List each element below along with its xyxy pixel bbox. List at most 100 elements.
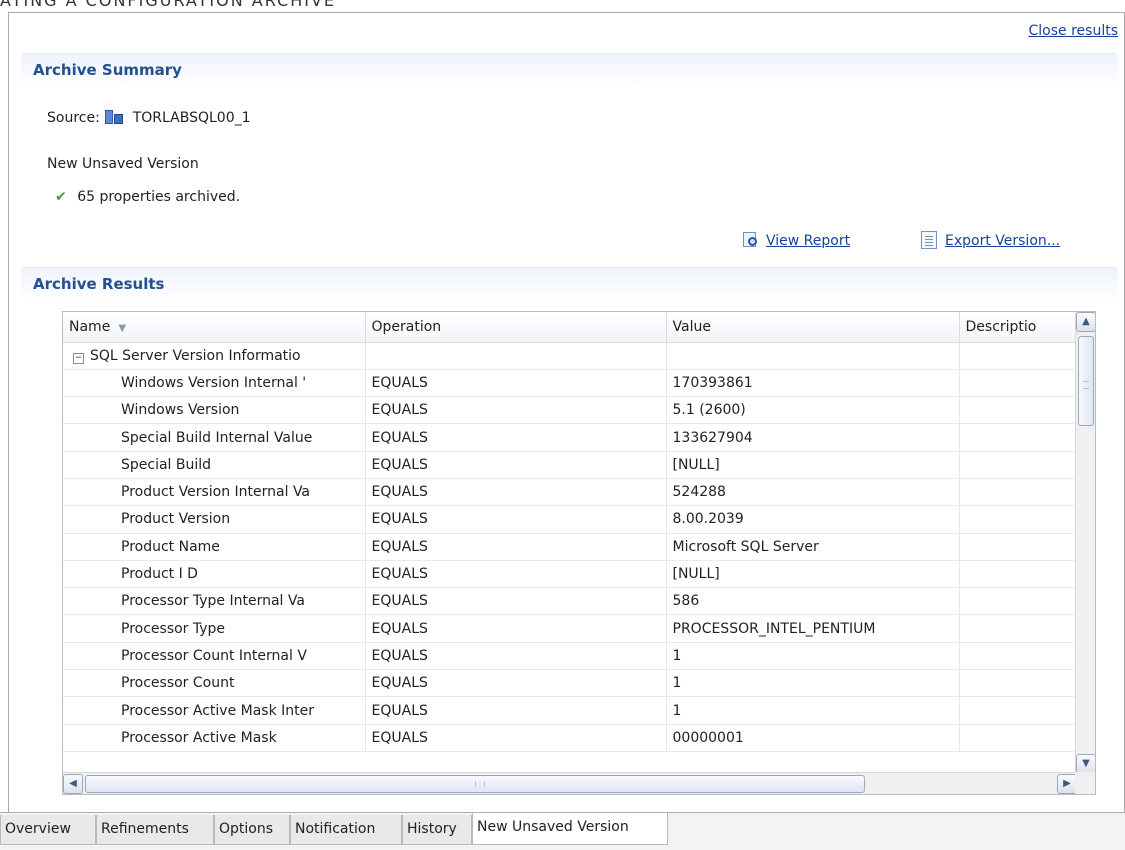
row-value-cell: 586 [666,587,960,616]
horizontal-scroll-thumb[interactable] [85,775,865,793]
tab-overview[interactable]: Overview [0,815,96,845]
table-row[interactable]: Processor Count EQUALS 1 [63,669,1078,698]
row-description-cell [959,533,1078,561]
sort-down-icon: ▼ [118,322,127,334]
table-row[interactable]: Processor Type EQUALS PROCESSOR_INTEL_PENT… [63,614,1078,643]
row-operation-cell: EQUALS [365,642,667,671]
row-name-cell: Processor Active Mask [63,724,366,752]
row-operation-cell: EQUALS [365,560,667,589]
export-version-link[interactable]: Export Version... [921,231,1060,249]
table-row[interactable]: Product Version EQUALS 8.00.2039 [63,505,1078,534]
row-name-cell: Processor Type Internal Va [63,587,366,616]
row-description-cell [959,396,1078,425]
row-value-cell: 133627904 [666,423,960,452]
row-operation-cell: EQUALS [365,451,667,479]
row-operation-cell: EQUALS [365,614,667,643]
collapse-icon[interactable]: − [73,352,84,364]
row-name-cell: Product Name [63,533,366,561]
table-row[interactable]: Product Name EQUALS Microsoft SQL Server [63,533,1078,561]
export-version-label[interactable]: Export Version... [945,233,1060,249]
close-results-link[interactable]: Close results [1029,23,1119,39]
archive-results-header[interactable]: Archive Results [21,267,1118,301]
archive-summary-title: Archive Summary [33,61,182,79]
table-row[interactable]: Processor Count Internal V EQUALS 1 [63,642,1078,671]
row-operation-cell: EQUALS [365,423,667,452]
view-report-link[interactable]: View Report [742,231,850,249]
row-description-cell [959,560,1078,589]
vertical-scrollbar[interactable]: ▲ ▼ [1075,312,1095,774]
row-value-cell: 5.1 (2600) [666,396,960,425]
row-name-cell: Product I D [63,560,366,589]
tab-history[interactable]: History [402,815,472,845]
vertical-scroll-thumb[interactable] [1078,336,1094,426]
archive-results-title: Archive Results [33,275,165,293]
row-description-cell [959,478,1078,507]
row-value-cell: 8.00.2039 [666,505,960,534]
bottom-tab-bar: Overview Refinements Options Notification Hi… [0,812,1125,850]
table-row[interactable]: Windows Version Internal ' EQUALS 17039386… [63,369,1078,398]
row-operation-cell: EQUALS [365,478,667,507]
row-operation-cell: EQUALS [365,533,667,561]
row-description-cell [959,505,1078,534]
source-label: Source: [47,110,100,126]
column-header-name-label: Name [69,318,111,335]
group-label: SQL Server Version Informatio [90,347,301,364]
row-name-cell: Processor Type [63,614,366,643]
row-description-cell [959,724,1078,752]
row-description-cell [959,423,1078,452]
table-row[interactable]: Product Version Internal Va EQUALS 524288 [63,478,1078,507]
row-name-cell: Product Version Internal Va [63,478,366,507]
row-name-cell: Windows Version [63,396,366,425]
table-row[interactable]: Processor Active Mask EQUALS 00000001 [63,724,1078,752]
horizontal-scrollbar[interactable]: ◀ ▶ [63,772,1077,794]
view-report-icon [742,231,760,249]
row-operation-cell: EQUALS [365,669,667,698]
column-header-description[interactable]: Descriptio [959,312,1078,343]
row-description-cell [959,614,1078,643]
results-table: Name ▼ Operation Value Descriptio − SQL Se… [62,311,1096,795]
table-header-row: Name ▼ Operation Value Descriptio [63,312,1078,343]
source-value: TORLABSQL00_1 [132,110,251,126]
table-row[interactable]: Processor Type Internal Va EQUALS 586 [63,587,1078,616]
tab-notification[interactable]: Notification [290,815,402,845]
tab-new-unsaved-version[interactable]: New Unsaved Version [472,813,668,845]
source-row: Source: TORLABSQL00_1 [47,109,251,126]
table-row[interactable]: Special Build Internal Value EQUALS 133627… [63,423,1078,452]
row-value-cell: [NULL] [666,451,960,479]
tab-refinements[interactable]: Refinements [96,815,214,845]
row-value-cell: 1 [666,696,960,725]
group-row[interactable]: − SQL Server Version Informatio [63,342,1078,370]
scroll-right-arrow-icon[interactable]: ▶ [1057,774,1077,794]
column-header-value[interactable]: Value [666,312,960,343]
table-row[interactable]: Special Build EQUALS [NULL] [63,451,1078,479]
row-operation-cell: EQUALS [365,369,667,398]
archived-text: 65 properties archived. [77,189,241,205]
row-operation-cell: EQUALS [365,724,667,752]
page-heading: ATING A CONFIGURATION ARCHIVE [0,0,336,10]
row-name-cell: Windows Version Internal ' [63,369,366,398]
row-name-cell: Processor Count Internal V [63,642,366,671]
scroll-up-arrow-icon[interactable]: ▲ [1076,312,1095,332]
row-value-cell: PROCESSOR_INTEL_PENTIUM [666,614,960,643]
table-row[interactable]: Windows Version EQUALS 5.1 (2600) [63,396,1078,425]
row-value-cell: [NULL] [666,560,960,589]
row-description-cell [959,369,1078,398]
table-row[interactable]: Product I D EQUALS [NULL] [63,560,1078,589]
row-value-cell: 1 [666,669,960,698]
row-description-cell [959,451,1078,479]
check-icon: ✔ [55,189,67,205]
tab-options[interactable]: Options [214,815,290,845]
column-header-name[interactable]: Name ▼ [63,312,366,343]
view-report-label[interactable]: View Report [766,233,850,249]
row-value-cell: Microsoft SQL Server [666,533,960,561]
row-name-cell: Processor Count [63,669,366,698]
row-value-cell: 170393861 [666,369,960,398]
scroll-down-arrow-icon[interactable]: ▼ [1076,754,1095,774]
archive-results-panel: Close results Archive Summary Source: TO… [8,12,1125,812]
table-row[interactable]: Processor Active Mask Inter EQUALS 1 [63,696,1078,725]
row-name-cell: Processor Active Mask Inter [63,696,366,725]
column-header-operation[interactable]: Operation [365,312,667,343]
archive-summary-header[interactable]: Archive Summary [21,53,1118,87]
archived-status: ✔ 65 properties archived. [55,189,240,205]
scroll-left-arrow-icon[interactable]: ◀ [63,774,83,794]
